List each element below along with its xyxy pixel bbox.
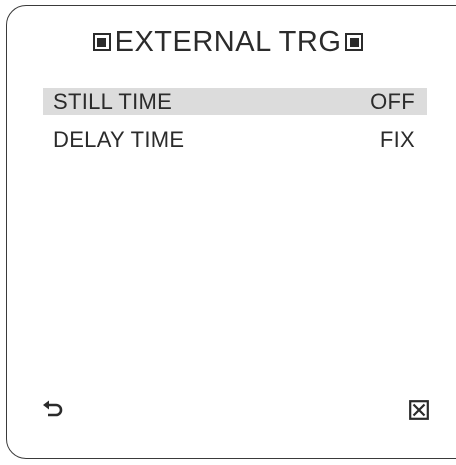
menu-item-delay-time[interactable]: DELAY TIME FIX: [43, 126, 427, 153]
menu-item-value: FIX: [379, 126, 415, 152]
title-right-square-icon: [345, 33, 364, 51]
close-box-icon: [409, 400, 429, 420]
menu-title: EXTERNAL TRG: [114, 25, 342, 58]
menu-item-label: STILL TIME: [53, 88, 173, 114]
menu-title-row: EXTERNAL TRG: [0, 24, 456, 60]
menu-item-still-time[interactable]: STILL TIME OFF: [43, 88, 427, 115]
menu-item-label: DELAY TIME: [53, 126, 185, 152]
close-button[interactable]: [406, 397, 432, 423]
return-arrow-icon: [43, 400, 63, 417]
menu-item-value: OFF: [370, 88, 415, 114]
title-left-square-icon: [92, 33, 111, 51]
return-button[interactable]: [40, 397, 66, 423]
osd-menu-panel: [6, 5, 456, 459]
